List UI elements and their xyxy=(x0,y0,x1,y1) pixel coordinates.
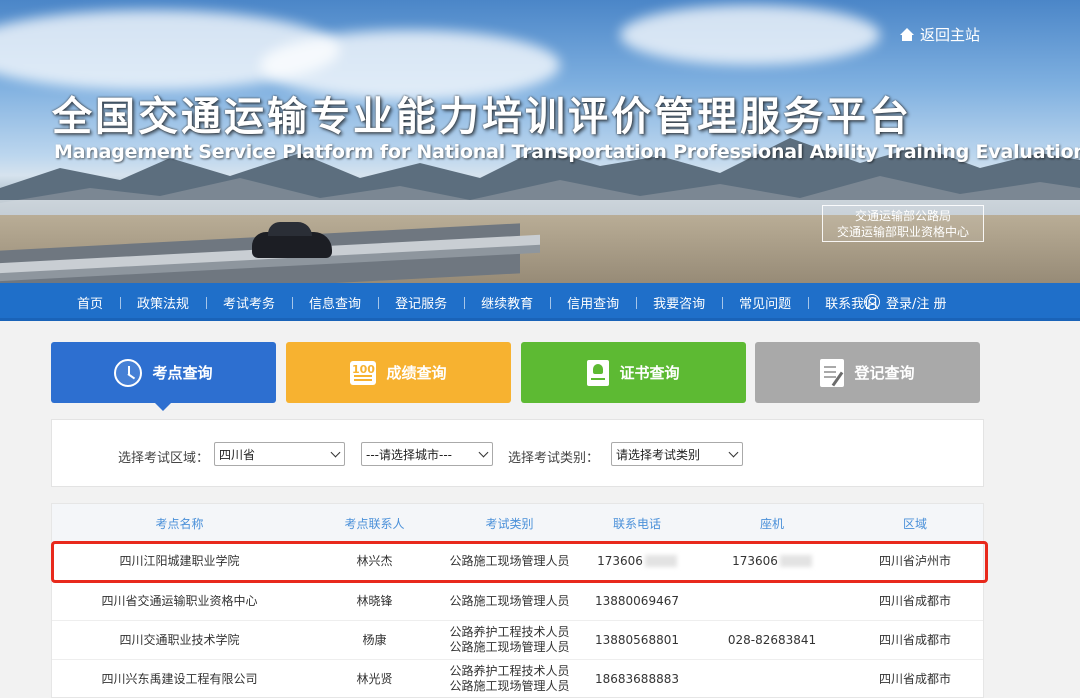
cell-site-name: 四川交通职业技术学院 xyxy=(119,632,240,647)
site-title-en: Management Service Platform for National… xyxy=(54,141,1080,163)
cell-region: 四川省成都市 xyxy=(878,593,951,608)
cell-site-name: 四川省交通运输职业资格中心 xyxy=(101,593,258,608)
tab-register-query[interactable]: 登记查询 xyxy=(755,342,980,403)
nav-item-consult[interactable]: 我要咨询 xyxy=(636,293,722,312)
score-100-icon: 100 xyxy=(350,360,377,385)
nav-item-credit[interactable]: 信用查询 xyxy=(550,293,636,312)
tab-label: 登记查询 xyxy=(854,364,915,382)
nav-item-register[interactable]: 登记服务 xyxy=(378,293,464,312)
col-header-phone: 联系电话 xyxy=(612,516,661,531)
nav-item-home[interactable]: 首页 xyxy=(60,293,120,312)
page: 返回主站 全国交通运输专业能力培训评价管理服务平台 Management Ser… xyxy=(0,0,1080,698)
org-line-2: 交通运输部职业资格中心 xyxy=(836,225,969,239)
province-select[interactable]: 四川省 xyxy=(214,442,345,466)
tab-score-query[interactable]: 100 成绩查询 xyxy=(286,342,511,403)
category-line-1: 公路养护工程技术人员 xyxy=(449,625,570,639)
car-image xyxy=(252,222,332,258)
col-header-region: 区域 xyxy=(902,516,927,531)
category-select[interactable]: 请选择考试类别 xyxy=(611,442,743,466)
filter-panel: 选择考试区域： 四川省 ---请选择城市--- 选择考试类别： 请选择考试类别 xyxy=(51,419,984,487)
login-label: 登录/注 册 xyxy=(886,296,947,312)
cell-region: 四川省成都市 xyxy=(878,671,951,686)
nav-item-info[interactable]: 信息查询 xyxy=(292,293,378,312)
tab-label: 证书查询 xyxy=(619,364,680,382)
login-register-link[interactable]: 登录/注 册 xyxy=(864,283,947,321)
tab-exam-site-query[interactable]: 考点查询 xyxy=(51,342,276,411)
cell-landline: 028-82683841 xyxy=(727,632,817,647)
cloud xyxy=(620,5,880,65)
cell-contact: 林晓锋 xyxy=(356,593,393,608)
highlight-box xyxy=(51,541,988,583)
cell-contact: 林光贤 xyxy=(356,671,393,686)
tab-label: 考点查询 xyxy=(152,364,213,382)
table-row[interactable]: 四川省交通运输职业资格中心 林晓锋 公路施工现场管理人员 13880069467… xyxy=(52,582,983,621)
col-header-landline: 座机 xyxy=(759,516,784,531)
cell-contact: 杨康 xyxy=(362,632,387,647)
city-select[interactable]: ---请选择城市--- xyxy=(361,442,493,466)
header-banner: 返回主站 全国交通运输专业能力培训评价管理服务平台 Management Ser… xyxy=(0,0,1080,283)
nav-item-faq[interactable]: 常见问题 xyxy=(722,293,808,312)
category-label: 选择考试类别： xyxy=(508,451,600,466)
exam-site-table: 考点名称 考点联系人 考试类别 联系电话 座机 区域 四川江阳城建职业学院 林兴… xyxy=(51,503,984,698)
clock-icon xyxy=(114,358,143,387)
col-header-site-name: 考点名称 xyxy=(155,516,204,531)
category-line-1: 公路养护工程技术人员 xyxy=(449,664,570,678)
main-nav: 首页 政策法规 考试考务 信息查询 登记服务 继续教育 信用查询 我要咨询 常见… xyxy=(0,283,1080,321)
cell-region: 四川省成都市 xyxy=(878,632,951,647)
province-value: 四川省 xyxy=(219,448,256,462)
tab-certificate-query[interactable]: 证书查询 xyxy=(521,342,746,403)
certificate-icon xyxy=(587,359,610,386)
chevron-down-icon xyxy=(478,447,489,458)
category-line-2: 公路施工现场管理人员 xyxy=(449,679,570,693)
col-header-contact: 考点联系人 xyxy=(344,516,405,531)
home-icon xyxy=(899,27,914,42)
nav-item-policy[interactable]: 政策法规 xyxy=(120,293,206,312)
col-header-category: 考试类别 xyxy=(485,516,534,531)
home-link[interactable]: 返回主站 xyxy=(899,24,980,45)
nav-item-education[interactable]: 继续教育 xyxy=(464,293,550,312)
cell-phone: 18683688883 xyxy=(595,671,679,686)
cell-site-name: 四川兴东禹建设工程有限公司 xyxy=(101,671,258,686)
cell-category: 公路养护工程技术人员 公路施工现场管理人员 xyxy=(442,664,577,694)
nav-items: 首页 政策法规 考试考务 信息查询 登记服务 继续教育 信用查询 我要咨询 常见… xyxy=(60,283,894,321)
city-value: ---请选择城市--- xyxy=(366,448,452,462)
chevron-down-icon xyxy=(330,447,341,458)
table-header: 考点名称 考点联系人 考试类别 联系电话 座机 区域 xyxy=(52,504,983,542)
org-box[interactable]: 交通运输部公路局 交通运输部职业资格中心 xyxy=(822,205,984,242)
category-value: 请选择考试类别 xyxy=(616,448,701,462)
register-icon xyxy=(820,358,845,387)
user-icon xyxy=(864,294,880,310)
home-link-label: 返回主站 xyxy=(919,26,980,44)
site-title-cn: 全国交通运输专业能力培训评价管理服务平台 xyxy=(52,94,912,140)
tab-label: 成绩查询 xyxy=(386,364,447,382)
chevron-down-icon xyxy=(728,447,739,458)
cell-phone: 13880568801 xyxy=(595,632,679,647)
category-line-2: 公路施工现场管理人员 xyxy=(449,640,570,654)
cell-phone: 13880069467 xyxy=(595,593,679,608)
nav-item-exam[interactable]: 考试考务 xyxy=(206,293,292,312)
region-label: 选择考试区域： xyxy=(118,451,210,466)
org-line-1: 交通运输部公路局 xyxy=(854,209,951,223)
cell-category: 公路施工现场管理人员 xyxy=(449,593,570,608)
table-row[interactable]: 四川兴东禹建设工程有限公司 林光贤 公路养护工程技术人员 公路施工现场管理人员 … xyxy=(52,660,983,698)
cell-category: 公路养护工程技术人员 公路施工现场管理人员 xyxy=(442,625,577,655)
table-row[interactable]: 四川交通职业技术学院 杨康 公路养护工程技术人员 公路施工现场管理人员 1388… xyxy=(52,621,983,660)
